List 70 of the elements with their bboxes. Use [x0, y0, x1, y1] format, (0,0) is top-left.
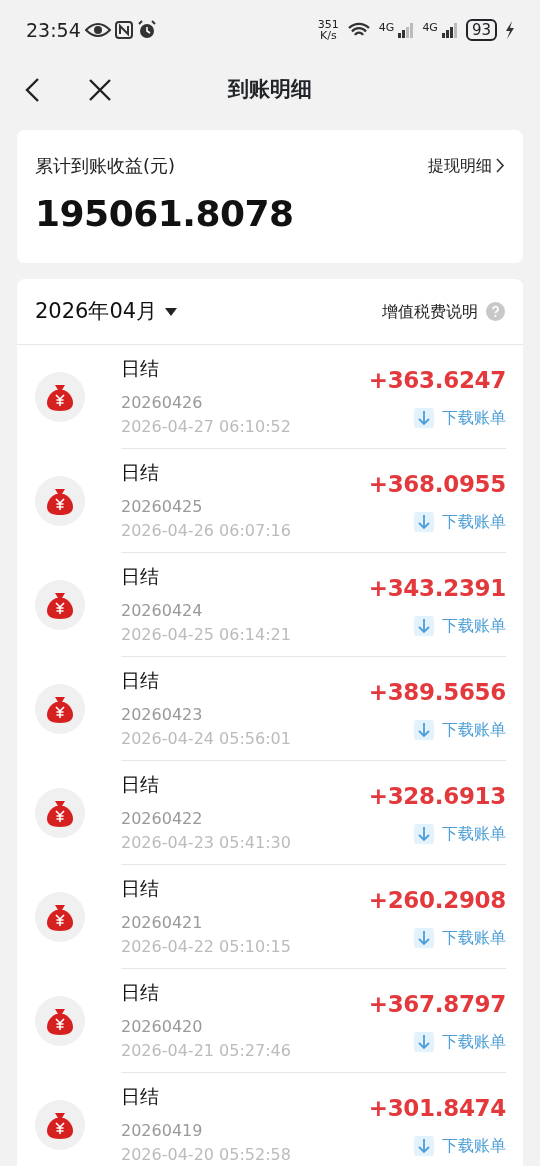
signal-icon — [441, 22, 458, 38]
back-icon[interactable] — [24, 77, 40, 103]
money-bag-icon — [35, 892, 85, 942]
money-bag-icon — [35, 684, 85, 734]
record-date: 20260420 — [121, 1015, 204, 1038]
money-bag-icon — [35, 996, 85, 1046]
money-bag-icon — [35, 476, 85, 526]
record-time: 2026-04-27 06:10:52 — [121, 415, 291, 438]
record-time: 2026-04-22 05:10:15 — [121, 935, 291, 958]
record-time: 2026-04-21 05:27:46 — [121, 1039, 291, 1062]
download-bill-link[interactable]: 下载账单 — [414, 1133, 506, 1158]
record-time: 2026-04-25 06:14:21 — [121, 623, 291, 646]
download-bill-link[interactable]: 下载账单 — [414, 717, 506, 742]
download-bill-link[interactable]: 下载账单 — [414, 509, 506, 534]
record-title: 日结 — [121, 460, 160, 486]
record-amount: +367.8797 — [368, 990, 506, 1020]
record-title: 日结 — [121, 668, 160, 694]
record-amount: +260.2908 — [368, 886, 506, 916]
record-time: 2026-04-24 05:56:01 — [121, 727, 291, 750]
money-bag-icon — [35, 1100, 85, 1150]
record-time: 2026-04-26 06:07:16 — [121, 519, 291, 542]
download-bill-link[interactable]: 下载账单 — [414, 925, 506, 950]
record-title: 日结 — [121, 356, 160, 382]
record-date: 20260422 — [121, 807, 204, 830]
record-date: 20260425 — [121, 495, 204, 518]
record-title: 日结 — [121, 1084, 160, 1110]
money-bag-icon — [35, 372, 85, 422]
total-earnings: 195061.8078 — [35, 192, 295, 236]
record-date: 20260424 — [121, 599, 204, 622]
nfc-icon — [114, 21, 133, 39]
network-type: 4G — [378, 22, 395, 33]
download-bill-link[interactable]: 下载账单 — [414, 1029, 506, 1054]
record-date: 20260419 — [121, 1119, 204, 1142]
battery-level: 93 — [465, 19, 497, 41]
eye-icon — [84, 22, 111, 38]
record-date: 20260421 — [121, 911, 204, 934]
dropdown-icon — [165, 307, 178, 316]
money-bag-icon — [35, 580, 85, 630]
download-bill-link[interactable]: 下载账单 — [414, 821, 506, 846]
record-amount: +328.6913 — [368, 782, 506, 812]
month-selector[interactable]: 2026年04月 — [35, 295, 178, 328]
tax-note-link[interactable]: 增值税费说明 — [382, 299, 478, 324]
speed-unit: K/s — [319, 30, 338, 41]
signal-icon — [398, 22, 415, 38]
withdraw-detail-link[interactable]: 提现明细 — [428, 153, 505, 178]
record-date: 20260426 — [121, 391, 204, 414]
record-amount: +389.5656 — [368, 678, 506, 708]
record-title: 日结 — [121, 876, 160, 902]
record-title: 日结 — [121, 772, 160, 798]
record-amount: +363.6247 — [368, 366, 506, 396]
download-bill-link[interactable]: 下载账单 — [414, 405, 506, 430]
close-icon[interactable] — [88, 77, 112, 103]
network-type: 4G — [422, 22, 438, 33]
record-date: 20260423 — [121, 703, 204, 726]
record-amount: +343.2391 — [368, 574, 506, 604]
charging-icon — [505, 21, 514, 39]
download-bill-link[interactable]: 下载账单 — [414, 613, 506, 638]
summary-label: 累计到账收益(元) — [35, 154, 176, 178]
chevron-icon — [496, 158, 505, 173]
record-title: 日结 — [121, 564, 160, 590]
clock-time: 23:54 — [26, 17, 81, 43]
record-time: 2026-04-23 05:41:30 — [121, 831, 291, 854]
money-bag-icon — [35, 788, 85, 838]
record-amount: +301.8474 — [368, 1094, 506, 1124]
alarm-icon — [136, 20, 157, 40]
record-amount: +368.0955 — [368, 470, 506, 500]
page-title: 到账明细 — [228, 76, 312, 104]
record-time: 2026-04-20 05:52:58 — [121, 1143, 291, 1166]
record-title: 日结 — [121, 980, 160, 1006]
speed-value: 351 — [317, 19, 339, 30]
